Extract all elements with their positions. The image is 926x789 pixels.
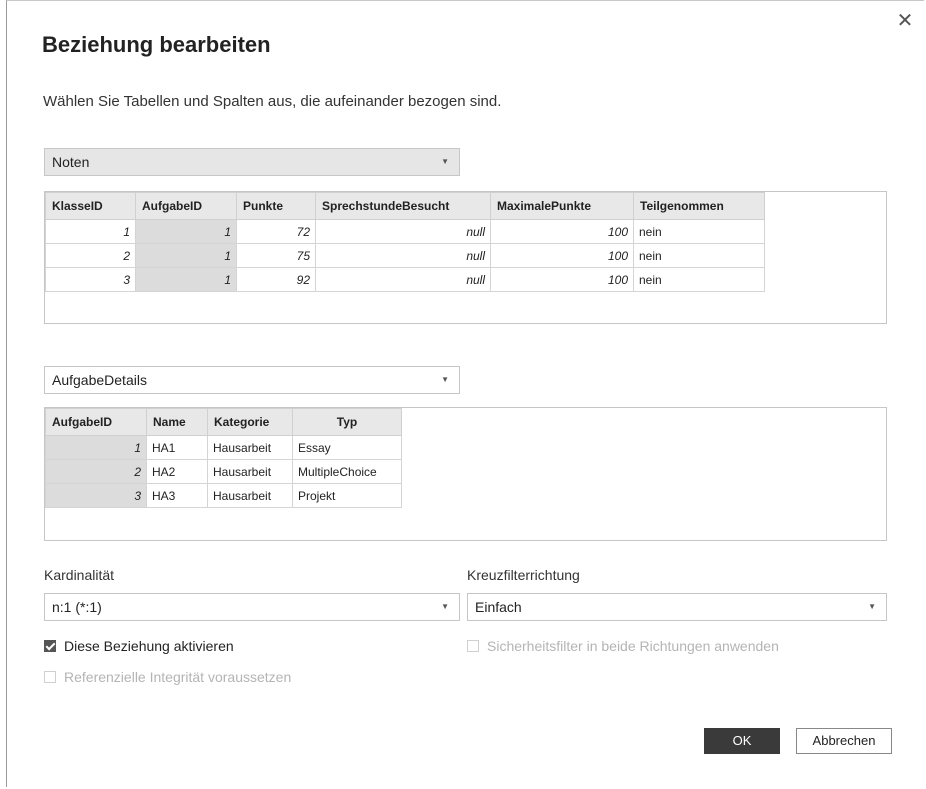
table-cell: HA3 [146, 483, 208, 508]
table-row: 1 1 72 null 100 nein [45, 219, 765, 244]
table-cell: 100 [490, 267, 634, 292]
referential-integrity-label: Referenzielle Integrität voraussetzen [64, 669, 292, 685]
cancel-button[interactable]: Abbrechen [796, 728, 892, 754]
cardinality-value: n:1 (*:1) [52, 599, 102, 615]
table1-col-header[interactable]: SprechstundeBesucht [315, 192, 491, 220]
table-cell: nein [633, 243, 765, 268]
table-cell: 1 [45, 219, 136, 244]
activate-relationship-label: Diese Beziehung aktivieren [64, 638, 234, 654]
table2-col-header[interactable]: AufgabeID [45, 408, 147, 436]
ok-button[interactable]: OK [704, 728, 780, 754]
table-cell: 100 [490, 243, 634, 268]
table2-col-header[interactable]: Kategorie [207, 408, 293, 436]
chevron-down-icon: ▼ [441, 375, 449, 384]
table2-col-header[interactable]: Name [146, 408, 208, 436]
table-row: 3 HA3 Hausarbeit Projekt [45, 483, 402, 508]
table-row: 3 1 92 null 100 nein [45, 267, 765, 292]
activate-relationship-checkbox[interactable]: Diese Beziehung aktivieren [44, 638, 234, 654]
table1-col-header[interactable]: KlasseID [45, 192, 136, 220]
crossfilter-value: Einfach [475, 599, 522, 615]
table-cell: Hausarbeit [207, 459, 293, 484]
table-cell: null [315, 267, 491, 292]
table2-select[interactable]: AufgabeDetails ▼ [44, 366, 460, 394]
table-row: 1 HA1 Hausarbeit Essay [45, 435, 402, 460]
table-cell: null [315, 243, 491, 268]
checkbox-icon [44, 671, 56, 683]
table2-grid: AufgabeID Name Kategorie Typ 1 HA1 Hausa… [45, 408, 402, 508]
table-cell: null [315, 219, 491, 244]
table-cell: HA2 [146, 459, 208, 484]
table1-select[interactable]: Noten ▼ [44, 148, 460, 176]
table2-header-row: AufgabeID Name Kategorie Typ [45, 408, 402, 436]
checkbox-icon [467, 640, 479, 652]
security-filter-label: Sicherheitsfilter in beide Richtungen an… [487, 638, 779, 654]
table-cell: Essay [292, 435, 402, 460]
cardinality-label: Kardinalität [44, 567, 115, 583]
table1-select-value: Noten [52, 154, 90, 170]
table-cell: 72 [236, 219, 316, 244]
table2-select-value: AufgabeDetails [52, 372, 147, 388]
crossfilter-label: Kreuzfilterrichtung [467, 567, 580, 583]
table-cell: 1 [135, 243, 237, 268]
table1-preview: KlasseID AufgabeID Punkte SprechstundeBe… [44, 191, 887, 324]
table-row: 2 1 75 null 100 nein [45, 243, 765, 268]
table-cell: Hausarbeit [207, 435, 293, 460]
referential-integrity-checkbox[interactable]: Referenzielle Integrität voraussetzen [44, 669, 291, 685]
checkbox-checked-icon [44, 640, 56, 652]
table-cell: 3 [45, 267, 136, 292]
table1-col-header[interactable]: Punkte [236, 192, 316, 220]
table2-preview: AufgabeID Name Kategorie Typ 1 HA1 Hausa… [44, 407, 887, 541]
table-cell: nein [633, 267, 765, 292]
table-cell: 2 [45, 459, 147, 484]
table-row: 2 HA2 Hausarbeit MultipleChoice [45, 459, 402, 484]
table-cell: 1 [135, 219, 237, 244]
table2-col-header[interactable]: Typ [292, 408, 402, 436]
table-cell: 100 [490, 219, 634, 244]
table-cell: HA1 [146, 435, 208, 460]
table1-header-row: KlasseID AufgabeID Punkte SprechstundeBe… [45, 192, 765, 220]
table-cell: nein [633, 219, 765, 244]
table-cell: 92 [236, 267, 316, 292]
table-cell: 3 [45, 483, 147, 508]
close-icon[interactable]: ✕ [895, 11, 915, 31]
edit-relationship-dialog: ✕ Beziehung bearbeiten Wählen Sie Tabell… [6, 0, 924, 787]
table-cell: 2 [45, 243, 136, 268]
table1-col-header[interactable]: AufgabeID [135, 192, 237, 220]
table1-col-header[interactable]: Teilgenommen [633, 192, 765, 220]
table-cell: Hausarbeit [207, 483, 293, 508]
crossfilter-select[interactable]: Einfach ▼ [467, 593, 887, 621]
cardinality-select[interactable]: n:1 (*:1) ▼ [44, 593, 460, 621]
security-filter-checkbox[interactable]: Sicherheitsfilter in beide Richtungen an… [467, 638, 779, 654]
table-cell: Projekt [292, 483, 402, 508]
chevron-down-icon: ▼ [441, 602, 449, 611]
table-cell: MultipleChoice [292, 459, 402, 484]
table-cell: 75 [236, 243, 316, 268]
table1-grid: KlasseID AufgabeID Punkte SprechstundeBe… [45, 192, 765, 292]
dialog-subtitle: Wählen Sie Tabellen und Spalten aus, die… [43, 93, 502, 110]
chevron-down-icon: ▼ [441, 157, 449, 166]
chevron-down-icon: ▼ [868, 602, 876, 611]
table-cell: 1 [135, 267, 237, 292]
table-cell: 1 [45, 435, 147, 460]
dialog-title: Beziehung bearbeiten [42, 32, 271, 57]
table1-col-header[interactable]: MaximalePunkte [490, 192, 634, 220]
